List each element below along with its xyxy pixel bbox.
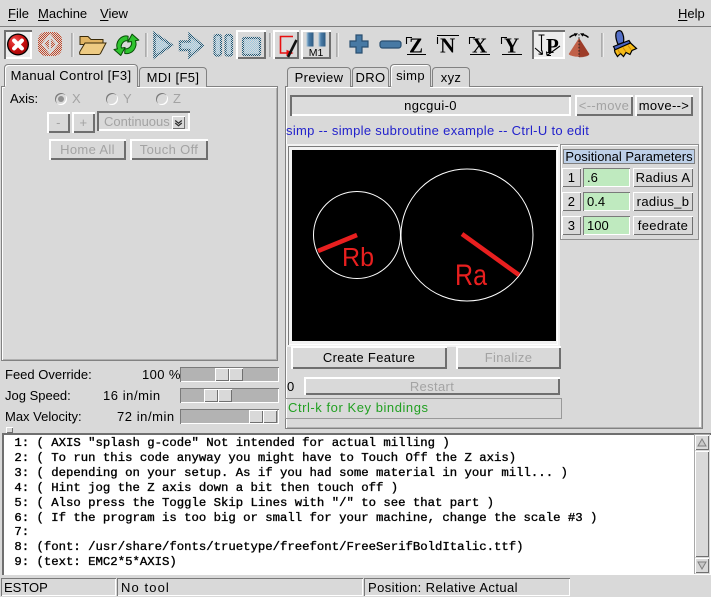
svg-text:M1: M1	[309, 47, 324, 59]
svg-text:N: N	[440, 34, 455, 58]
svg-text:Ra: Ra	[455, 259, 487, 292]
svg-text:Rb: Rb	[342, 244, 374, 272]
